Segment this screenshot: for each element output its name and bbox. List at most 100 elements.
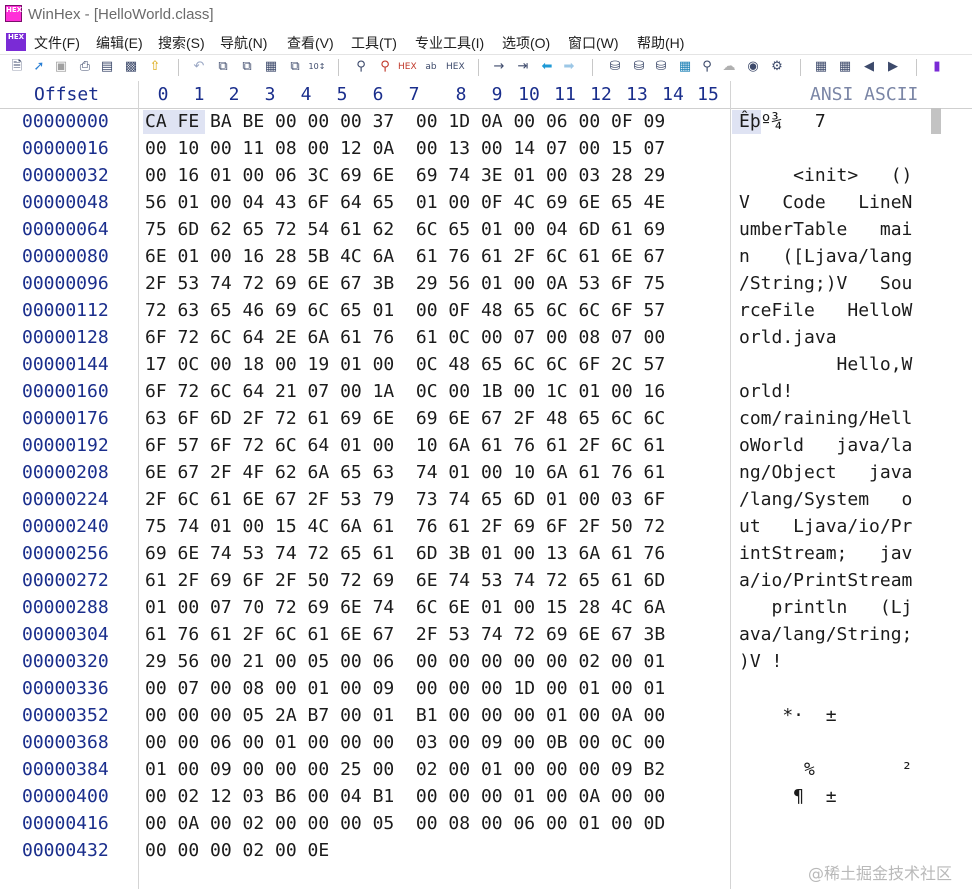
ascii-text[interactable]: ng/Object java [739, 462, 912, 483]
hex-bytes[interactable]: 69 6E 74 53 74 72 65 61 6D 3B 01 00 13 6… [145, 543, 665, 564]
write-icon[interactable]: ⧉ [286, 58, 304, 76]
table-row[interactable]: 00000384 01 00 09 00 00 00 25 00 02 00 01… [0, 756, 972, 783]
prev-icon[interactable]: ◀ [860, 58, 878, 76]
menu-search[interactable]: 搜索(S) [158, 33, 205, 53]
table-row[interactable]: 00000224 2F 6C 61 6E 67 2F 53 79 73 74 65… [0, 486, 972, 513]
table-row[interactable]: 00000016 00 10 00 11 08 00 12 0A 00 13 00… [0, 135, 972, 162]
table-row[interactable]: 00000048 56 01 00 04 43 6F 64 65 01 00 0F… [0, 189, 972, 216]
hex-convert-icon[interactable]: 10↕ [308, 58, 326, 76]
menu-options[interactable]: 选项(O) [502, 33, 550, 53]
hex-bytes[interactable]: 01 00 07 70 72 69 6E 74 6C 6E 01 00 15 2… [145, 597, 665, 618]
menu-specialist-tools[interactable]: 专业工具(I) [415, 33, 484, 53]
ascii-text[interactable]: a/io/PrintStream [739, 570, 912, 591]
ascii-text[interactable]: umberTable mai [739, 219, 912, 240]
paste-icon[interactable]: ⧉ [238, 58, 256, 76]
compare-icon[interactable]: ▦ [812, 58, 830, 76]
hex-bytes[interactable]: 00 00 00 05 2A B7 00 01 B1 00 00 00 01 0… [145, 705, 665, 726]
table-row[interactable]: 00000144 17 0C 00 18 00 19 01 00 0C 48 65… [0, 351, 972, 378]
ascii-text[interactable]: oWorld java/la [739, 435, 912, 456]
upload-icon[interactable]: ⇧ [146, 58, 164, 76]
next-icon[interactable]: ▶ [884, 58, 902, 76]
export-icon[interactable]: ▩ [122, 58, 140, 76]
offset-header[interactable]: Offset [34, 84, 99, 105]
table-row[interactable]: 00000240 75 74 01 00 15 4C 6A 61 76 61 2F… [0, 513, 972, 540]
ram-icon[interactable]: ⛁ [652, 58, 670, 76]
table-row[interactable]: 00000096 2F 53 74 72 69 6E 67 3B 29 56 01… [0, 270, 972, 297]
ascii-text[interactable]: println (Lj [739, 597, 913, 618]
ascii-text[interactable]: intStream; jav [739, 543, 912, 564]
calculator-icon[interactable]: ▦ [676, 58, 694, 76]
ascii-text[interactable]: % ² [739, 759, 912, 780]
ansi-ascii-header[interactable]: ANSI ASCII [810, 84, 918, 105]
replace-hex-icon[interactable]: HEX [446, 58, 465, 76]
hex-bytes[interactable]: 61 76 61 2F 6C 61 6E 67 2F 53 74 72 69 6… [145, 624, 665, 645]
hex-bytes[interactable]: 61 2F 69 6F 2F 50 72 69 6E 74 53 74 72 6… [145, 570, 665, 591]
hex-bytes[interactable]: 6F 57 6F 72 6C 64 01 00 10 6A 61 76 61 2… [145, 435, 665, 456]
table-row[interactable]: 00000336 00 07 00 08 00 01 00 09 00 00 00… [0, 675, 972, 702]
hex-bytes[interactable]: 00 00 00 02 00 0E [145, 840, 329, 861]
hex-bytes[interactable]: 2F 53 74 72 69 6E 67 3B 29 56 01 00 0A 5… [145, 273, 665, 294]
help-book-icon[interactable]: ▮ [928, 58, 946, 76]
table-row[interactable]: 00000208 6E 67 2F 4F 62 6A 65 63 74 01 00… [0, 459, 972, 486]
table-row[interactable]: 00000320 29 56 00 21 00 05 00 06 00 00 00… [0, 648, 972, 675]
forward-icon[interactable]: ➡ [560, 58, 578, 76]
table-row[interactable]: 00000064 75 6D 62 65 72 54 61 62 6C 65 01… [0, 216, 972, 243]
ascii-text[interactable]: )V ! [739, 651, 782, 672]
menu-view[interactable]: 查看(V) [287, 33, 334, 53]
back-icon[interactable]: ⬅ [538, 58, 556, 76]
table-row[interactable]: 00000256 69 6E 74 53 74 72 65 61 6D 3B 01… [0, 540, 972, 567]
table-row[interactable]: 00000416 00 0A 00 02 00 00 00 05 00 08 00… [0, 810, 972, 837]
ascii-text[interactable]: Hello,W [739, 354, 913, 375]
hex-bytes[interactable]: 00 02 12 03 B6 00 04 B1 00 00 00 01 00 0… [145, 786, 665, 807]
hex-bytes[interactable]: 00 16 01 00 06 3C 69 6E 69 74 3E 01 00 0… [145, 165, 665, 186]
ascii-text[interactable]: n ([Ljava/lang [739, 246, 912, 267]
table-row[interactable]: 00000304 61 76 61 2F 6C 61 6E 67 2F 53 74… [0, 621, 972, 648]
hex-bytes[interactable]: 75 6D 62 65 72 54 61 62 6C 65 01 00 04 6… [145, 219, 665, 240]
replace-icon[interactable]: ab [422, 58, 440, 76]
menu-window[interactable]: 窗口(W) [568, 33, 619, 53]
copy-icon[interactable]: ⧉ [214, 58, 232, 76]
hex-bytes[interactable]: 00 00 06 00 01 00 00 00 03 00 09 00 0B 0… [145, 732, 665, 753]
find-next-icon[interactable]: ⚲ [376, 58, 394, 76]
undo-icon[interactable]: ↶ [190, 58, 208, 76]
table-icon[interactable]: ▦ [836, 58, 854, 76]
hex-bytes[interactable]: 63 6F 6D 2F 72 61 69 6E 69 6E 67 2F 48 6… [145, 408, 665, 429]
ascii-text[interactable]: /String;)V Sou [739, 273, 912, 294]
table-row[interactable]: 00000128 6F 72 6C 64 2E 6A 61 76 61 0C 00… [0, 324, 972, 351]
ascii-text[interactable]: com/raining/Hell [739, 408, 912, 429]
disk-icon[interactable]: ⛁ [606, 58, 624, 76]
hex-bytes[interactable]: 6F 72 6C 64 21 07 00 1A 0C 00 1B 00 1C 0… [145, 381, 665, 402]
hex-bytes[interactable]: 6E 67 2F 4F 62 6A 65 63 74 01 00 10 6A 6… [145, 462, 665, 483]
find-hex-icon[interactable]: HEX [398, 58, 417, 76]
menu-edit[interactable]: 编辑(E) [96, 33, 143, 53]
hex-bytes[interactable]: 00 0A 00 02 00 00 00 05 00 08 00 06 00 0… [145, 813, 665, 834]
new-file-icon[interactable]: 🗎 [8, 58, 26, 76]
table-row[interactable]: 00000160 6F 72 6C 64 21 07 00 1A 0C 00 1B… [0, 378, 972, 405]
ascii-text[interactable]: orld! [739, 381, 793, 402]
hex-bytes[interactable]: 00 10 00 11 08 00 12 0A 00 13 00 14 07 0… [145, 138, 665, 159]
hex-bytes[interactable]: 01 00 09 00 00 00 25 00 02 00 01 00 00 0… [145, 759, 665, 780]
settings-icon[interactable]: ⚙ [768, 58, 786, 76]
web-icon[interactable]: ◉ [744, 58, 762, 76]
ascii-text[interactable]: *· ± [739, 705, 836, 726]
vertical-scrollbar-thumb[interactable] [931, 108, 941, 134]
paste-special-icon[interactable]: ▦ [262, 58, 280, 76]
hex-bytes[interactable]: 17 0C 00 18 00 19 01 00 0C 48 65 6C 6C 6… [145, 354, 665, 375]
document-hex-icon[interactable]: HEX [6, 33, 26, 51]
ascii-text[interactable]: V Code LineN [739, 192, 912, 213]
hex-bytes[interactable]: 00 07 00 08 00 01 00 09 00 00 00 1D 00 0… [145, 678, 665, 699]
menu-file[interactable]: 文件(F) [34, 33, 80, 53]
print-icon[interactable]: ⎙ [76, 58, 94, 76]
table-row[interactable]: 00000080 6E 01 00 16 28 5B 4C 6A 61 76 61… [0, 243, 972, 270]
ascii-text[interactable]: ¶ ± [739, 786, 836, 807]
open-icon[interactable]: ➚ [30, 58, 48, 76]
ascii-text[interactable]: rceFile HelloW [739, 300, 912, 321]
ascii-text[interactable]: ava/lang/String; [739, 624, 912, 645]
menu-tools[interactable]: 工具(T) [351, 33, 397, 53]
hex-bytes[interactable]: 56 01 00 04 43 6F 64 65 01 00 0F 4C 69 6… [145, 192, 665, 213]
properties-icon[interactable]: ▤ [98, 58, 116, 76]
open-disk-icon[interactable]: ⛁ [630, 58, 648, 76]
table-row[interactable]: 00000352 00 00 00 05 2A B7 00 01 B1 00 00… [0, 702, 972, 729]
goto-offset-icon[interactable]: → [490, 58, 508, 76]
hex-bytes[interactable]: 72 63 65 46 69 6C 65 01 00 0F 48 65 6C 6… [145, 300, 665, 321]
